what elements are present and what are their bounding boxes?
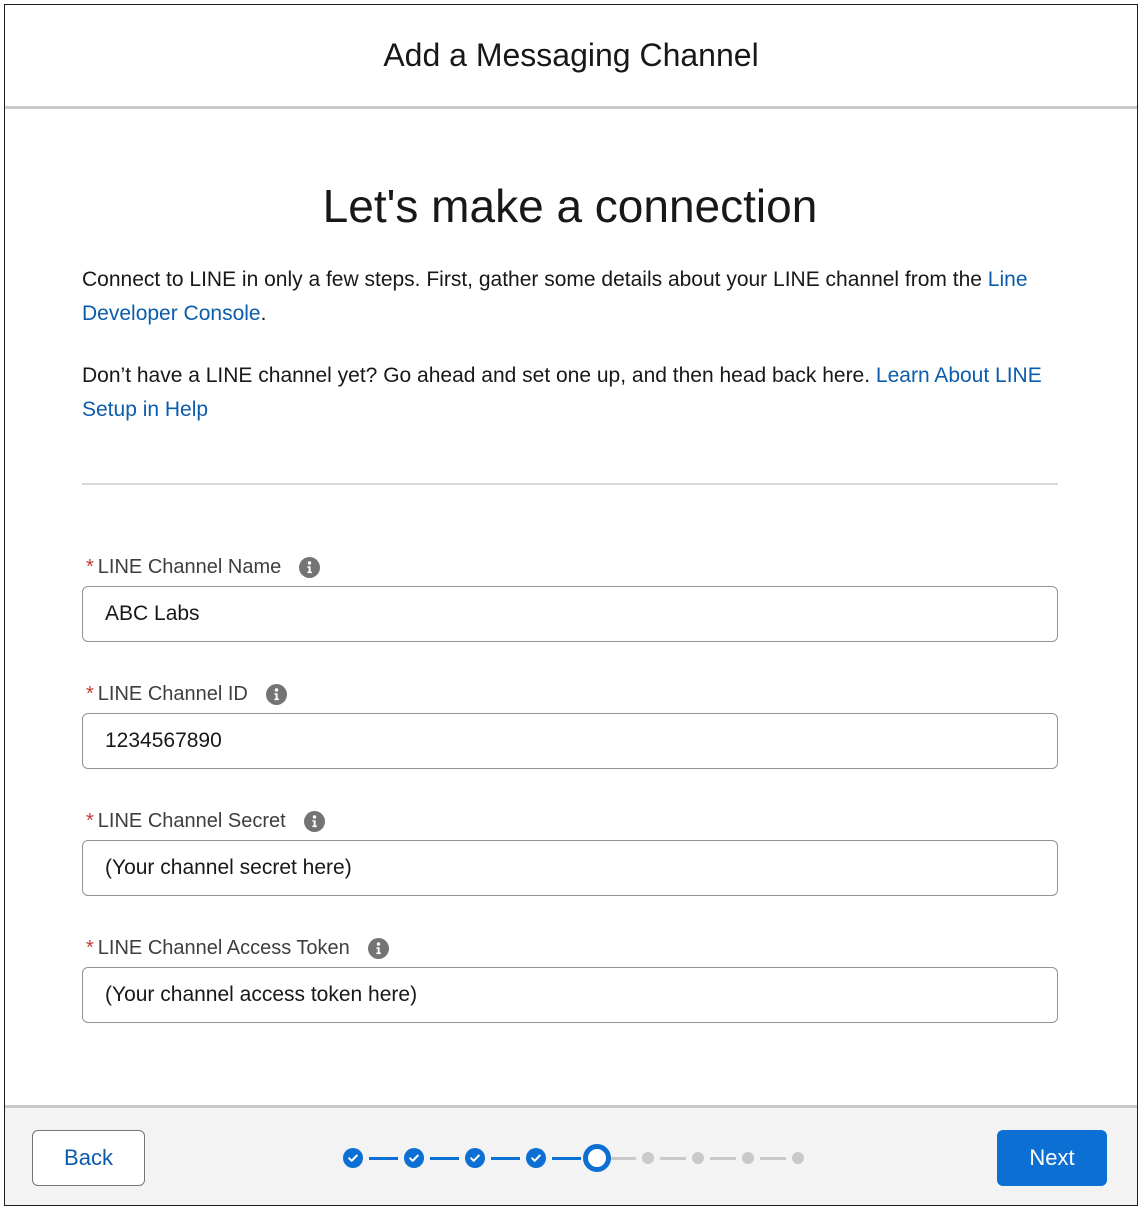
check-icon [348,1154,358,1162]
channel-name-label: * LINE Channel Name [86,555,321,579]
required-marker: * [86,555,94,578]
required-marker: * [86,682,94,705]
progress-step-upcoming [642,1152,654,1164]
progress-connector [552,1156,581,1160]
progress-connector [430,1156,459,1160]
setup-note-text: Don’t have a LINE channel yet? Go ahead … [82,364,876,387]
next-button[interactable]: Next [997,1130,1107,1186]
modal-title: Add a Messaging Channel [383,37,759,73]
progress-step-upcoming [792,1152,804,1164]
access-token-input[interactable] [82,967,1058,1023]
modal-header: Add a Messaging Channel [5,5,1137,109]
page-heading: Let's make a connection [322,180,818,232]
channel-id-input[interactable] [82,713,1058,769]
progress-connector [609,1156,636,1160]
progress-step-upcoming [742,1152,754,1164]
progress-step-complete [465,1148,485,1168]
channel-name-label-text: LINE Channel Name [97,555,282,578]
messaging-channel-modal: Add a Messaging Channel Let's make a con… [4,4,1138,1206]
progress-step-current [583,1144,611,1172]
progress-step-complete [526,1148,546,1168]
channel-id-label-text: LINE Channel ID [97,682,248,705]
progress-connector [760,1156,786,1160]
channel-name-input[interactable] [82,586,1058,642]
progress-step-complete [404,1148,424,1168]
section-divider [82,483,1058,485]
setup-note-paragraph: Don’t have a LINE channel yet? Go ahead … [82,359,1058,427]
intro-text-end: . [260,302,267,325]
access-token-label: * LINE Channel Access Token [86,936,389,960]
modal-footer: Back Next [5,1105,1137,1205]
access-token-label-text: LINE Channel Access Token [97,936,350,959]
required-marker: * [86,809,94,832]
channel-id-label: * LINE Channel ID [86,682,287,706]
back-button[interactable]: Back [32,1130,145,1186]
progress-connector [710,1156,736,1160]
check-icon [409,1154,419,1162]
required-marker: * [86,936,94,959]
progress-connector [491,1156,520,1160]
channel-secret-input[interactable] [82,840,1058,896]
channel-secret-label-text: LINE Channel Secret [97,809,286,832]
progress-connector [369,1156,398,1160]
check-icon [470,1154,480,1162]
intro-paragraph: Connect to LINE in only a few steps. Fir… [82,263,1058,331]
progress-step-complete [343,1148,363,1168]
info-icon[interactable] [265,683,287,705]
info-icon[interactable] [299,556,321,578]
channel-secret-label: * LINE Channel Secret [86,809,325,833]
progress-indicator [331,1136,811,1180]
info-icon[interactable] [303,810,325,832]
progress-step-upcoming [692,1152,704,1164]
check-icon [531,1154,541,1162]
progress-connector [660,1156,686,1160]
info-icon[interactable] [367,937,389,959]
intro-text: Connect to LINE in only a few steps. Fir… [82,268,988,291]
